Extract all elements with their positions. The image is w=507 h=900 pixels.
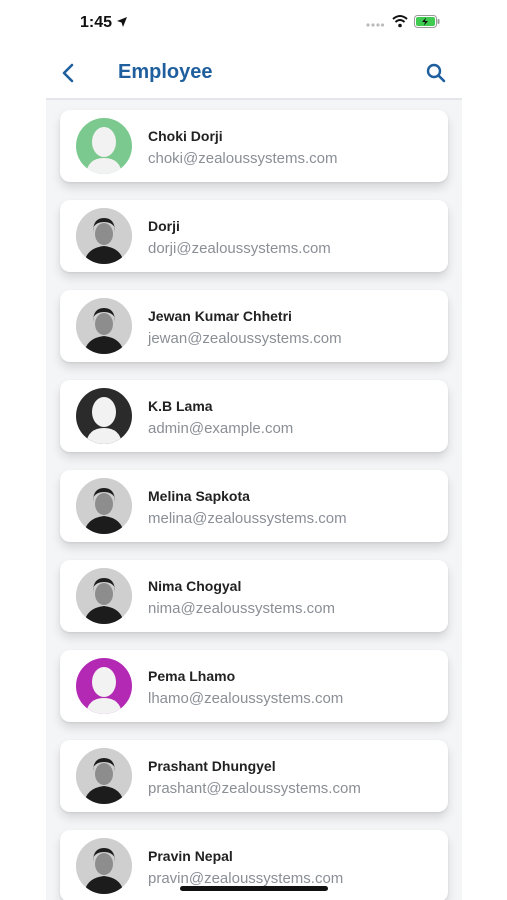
employee-name: K.B Lama: [148, 398, 213, 414]
employee-email: dorji@zealoussystems.com: [148, 240, 331, 257]
location-arrow-icon: [117, 17, 127, 27]
employee-name: Dorji: [148, 218, 180, 234]
employee-photo: [76, 568, 132, 624]
employee-card[interactable]: Nima Chogyal nima@zealoussystems.com: [60, 560, 448, 632]
employee-photo: [76, 748, 132, 804]
employee-card[interactable]: Prashant Dhungyel prashant@zealoussystems…: [60, 740, 448, 812]
employee-name: Prashant Dhungyel: [148, 758, 276, 774]
employee-name: Choki Dorji: [148, 128, 223, 144]
employee-email: nima@zealoussystems.com: [148, 600, 335, 617]
status-time: 1:45: [80, 14, 113, 31]
employee-card[interactable]: K.B Lama admin@example.com: [60, 380, 448, 452]
employee-email: choki@zealoussystems.com: [148, 150, 338, 167]
employee-name: Pema Lhamo: [148, 668, 236, 684]
employee-card[interactable]: Dorji dorji@zealoussystems.com: [60, 200, 448, 272]
employee-name: Jewan Kumar Chhetri: [148, 308, 292, 324]
employee-card[interactable]: Jewan Kumar Chhetri jewan@zealoussystems.…: [60, 290, 448, 362]
employee-email: melina@zealoussystems.com: [148, 510, 347, 527]
employee-card[interactable]: Melina Sapkota melina@zealoussystems.com: [60, 470, 448, 542]
employee-card[interactable]: Choki Dorji choki@zealoussystems.com: [60, 110, 448, 182]
nav-bar: Employee: [46, 46, 462, 100]
employee-email: lhamo@zealoussystems.com: [148, 690, 344, 707]
employee-email: admin@example.com: [148, 420, 294, 437]
employee-name: Nima Chogyal: [148, 578, 242, 594]
employee-photo: [76, 298, 132, 354]
employee-name: Pravin Nepal: [148, 848, 233, 864]
employee-list: Choki Dorji choki@zealoussystems.com Dorji…: [46, 100, 462, 900]
employee-photo: [76, 838, 132, 894]
chevron-left-icon[interactable]: [60, 63, 76, 83]
employee-email: prashant@zealoussystems.com: [148, 780, 361, 797]
home-indicator[interactable]: [180, 886, 328, 891]
employee-photo: [76, 208, 132, 264]
avatar-placeholder-icon: [76, 658, 132, 714]
employee-photo: [76, 478, 132, 534]
avatar-placeholder-icon: [76, 388, 132, 444]
employee-email: jewan@zealoussystems.com: [148, 330, 342, 347]
battery-charging-icon: [414, 15, 440, 28]
cellular-signal-icon: [366, 23, 384, 27]
status-bar: 1:45: [46, 0, 462, 46]
avatar-placeholder-icon: [76, 118, 132, 174]
phone-screen: 1:45 Employee Choki Dorji choki@zealouss…: [46, 0, 462, 900]
employee-email: pravin@zealoussystems.com: [148, 870, 344, 887]
search-icon[interactable]: [426, 63, 446, 83]
employee-name: Melina Sapkota: [148, 488, 250, 504]
employee-card[interactable]: Pema Lhamo lhamo@zealoussystems.com: [60, 650, 448, 722]
wifi-icon: [392, 15, 408, 28]
page-title: Employee: [118, 61, 213, 83]
